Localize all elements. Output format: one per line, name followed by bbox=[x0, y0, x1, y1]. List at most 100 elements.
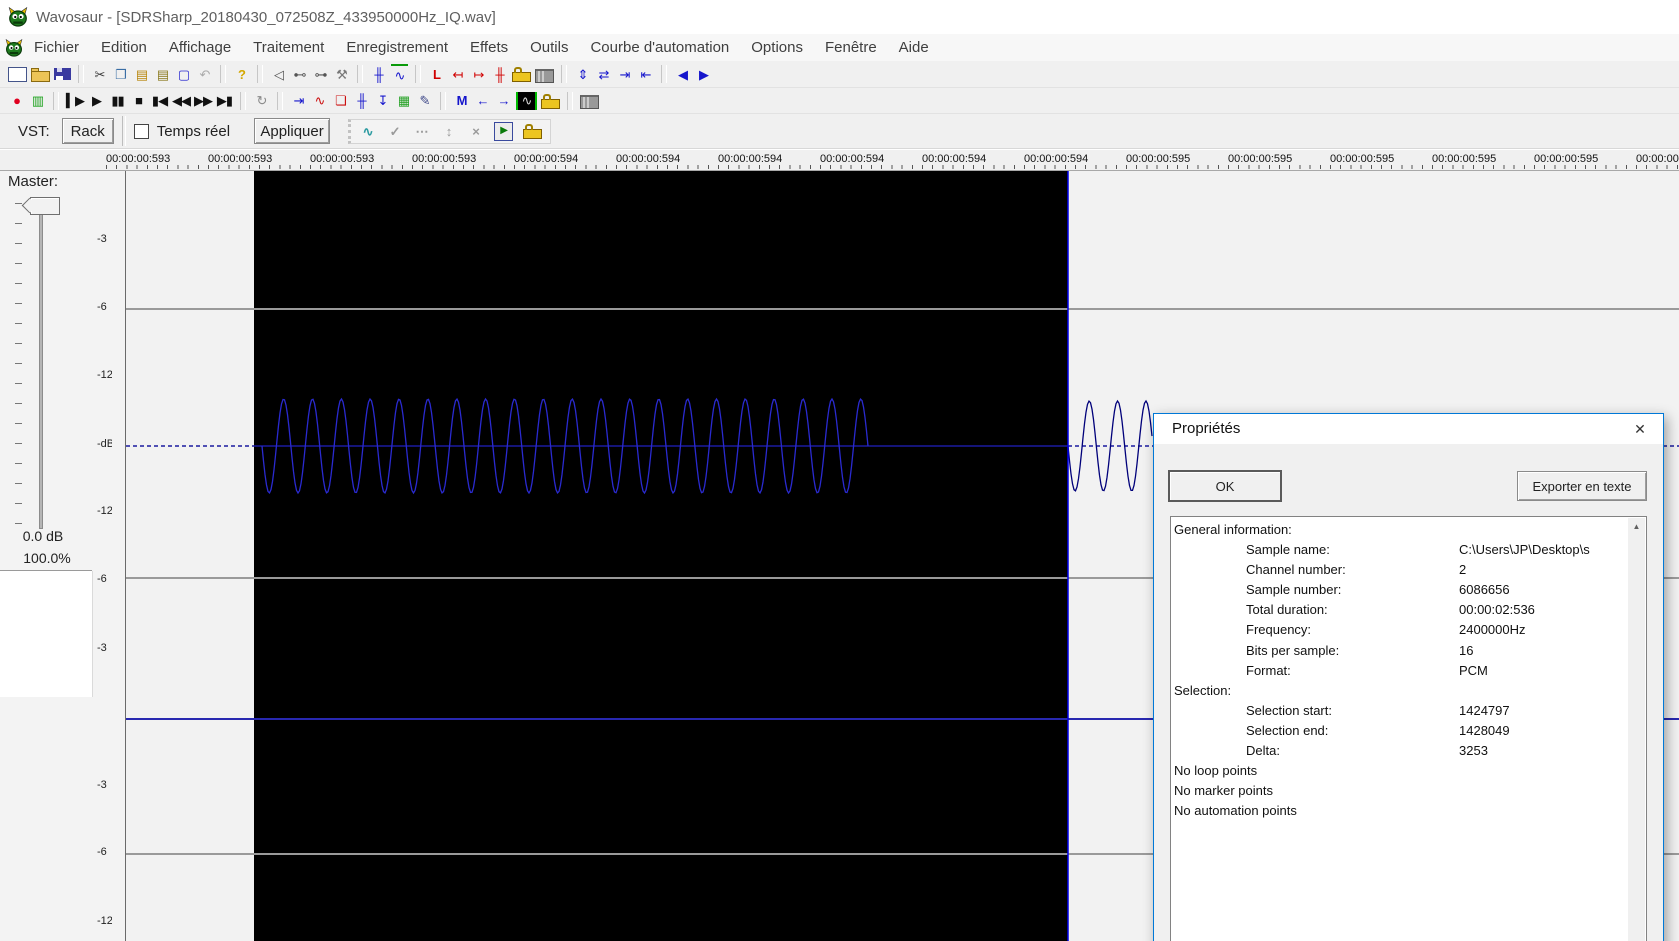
menu-fichier[interactable]: Fichier bbox=[23, 39, 90, 56]
menu-options[interactable]: Options bbox=[740, 39, 814, 56]
toolbar-separator bbox=[661, 65, 667, 83]
menu-enregistrement[interactable]: Enregistrement bbox=[335, 39, 459, 56]
resize-vst-icon[interactable]: ↕ bbox=[440, 122, 457, 140]
dialog-title-bar[interactable]: Propriétés ✕ bbox=[1154, 414, 1663, 444]
menu-aide[interactable]: Aide bbox=[888, 39, 940, 56]
next-view-icon[interactable]: ▶ bbox=[695, 65, 712, 83]
toolbar-separator bbox=[415, 65, 421, 83]
menu-fen-tre[interactable]: Fenêtre bbox=[814, 39, 888, 56]
loop-playback-icon[interactable]: ↻ bbox=[253, 92, 270, 110]
toolbar-main: ✂ ❐ ▤ ▤ ▢ ↶? ◁ ⊷ ⊶ ⚒ ╫ ∿ L ↤ ↦ ╫ ⇕ ⇄ ⇥ ⇤ ◀ ▶ bbox=[0, 61, 1679, 88]
pause-icon[interactable]: ▮▮ bbox=[109, 92, 126, 110]
export-text-button[interactable]: Exporter en texte bbox=[1517, 471, 1647, 501]
paste-special-icon[interactable]: ▤ bbox=[154, 65, 171, 83]
marker-right-icon[interactable]: ↦ bbox=[470, 65, 487, 83]
window-title: Wavosaur - [SDRSharp_20180430_072508Z_43… bbox=[36, 8, 496, 26]
lock-3-icon[interactable] bbox=[523, 124, 543, 139]
tools-config-icon[interactable]: ⚒ bbox=[333, 65, 350, 83]
fast-forward-icon[interactable]: ▶▶ bbox=[194, 92, 213, 110]
delete-1-icon[interactable] bbox=[535, 68, 554, 83]
wave-insert-icon[interactable]: ╫ bbox=[370, 65, 387, 83]
ok-button[interactable]: OK bbox=[1168, 470, 1282, 502]
realtime-checkbox[interactable] bbox=[133, 123, 149, 139]
play-from-cursor-icon[interactable]: ▍▶ bbox=[66, 92, 85, 110]
lock-1-icon[interactable] bbox=[512, 67, 531, 82]
rewind-icon[interactable]: ◀◀ bbox=[172, 92, 191, 110]
insert-file-icon[interactable]: ⇥ bbox=[290, 92, 307, 110]
master-gain-value: 0.0 dB bbox=[22, 528, 64, 544]
help-icon[interactable]: ? bbox=[233, 65, 250, 83]
menu-items: Fichier Edition Affichage Traitement Enregis… bbox=[23, 39, 940, 56]
marker-left-icon[interactable]: ↤ bbox=[449, 65, 466, 83]
audio-config-icon[interactable]: ◁ bbox=[270, 65, 287, 83]
menu-outils[interactable]: Outils bbox=[519, 39, 579, 56]
apply-button[interactable]: Appliquer bbox=[254, 118, 331, 144]
menu-edition[interactable]: Edition bbox=[90, 39, 158, 56]
zoom-out-icon[interactable]: ⇤ bbox=[637, 65, 654, 83]
copy-icon[interactable]: ❐ bbox=[112, 65, 129, 83]
toolbar-separator bbox=[78, 65, 84, 83]
timeline-ruler[interactable]: 00:00:00:593 00:00:00:593 00:00:00:593 00:0… bbox=[0, 149, 1679, 171]
close-icon[interactable]: ✕ bbox=[1625, 414, 1655, 444]
wave-normalize-icon[interactable]: ∿ bbox=[391, 64, 408, 84]
zoom-selection-icon[interactable]: ⇄ bbox=[595, 65, 612, 83]
go-start-icon[interactable]: ▮◀ bbox=[151, 92, 168, 110]
record-icon[interactable]: ● bbox=[8, 92, 25, 110]
zoom-vertical-icon[interactable]: ⇕ bbox=[574, 65, 591, 83]
stop-icon[interactable]: ■ bbox=[130, 92, 147, 110]
open-file-icon[interactable] bbox=[31, 67, 50, 82]
statistics-icon[interactable]: ▦ bbox=[395, 92, 412, 110]
snap-zero-cross-icon[interactable]: ↧ bbox=[374, 92, 391, 110]
master-slider-handle[interactable] bbox=[30, 197, 60, 215]
ruler-label: 00:00:00:594 bbox=[514, 153, 579, 165]
vst-icon-group: ∿ ✓ ⋯ ↕ × ▶ bbox=[348, 118, 552, 144]
undo-icon[interactable]: ↶ bbox=[196, 65, 213, 83]
remove-vst-icon[interactable]: × bbox=[467, 122, 484, 140]
analysis-curve-icon[interactable]: ∿ bbox=[311, 92, 328, 110]
document-icon bbox=[5, 38, 23, 57]
marker-next-icon[interactable]: → bbox=[495, 92, 512, 110]
node-2-icon[interactable]: ⊶ bbox=[312, 65, 329, 83]
dialog-title: Propriétés bbox=[1172, 420, 1241, 437]
db-scale-label: -12 bbox=[97, 505, 112, 517]
play-icon[interactable]: ▶ bbox=[88, 92, 105, 110]
menu-affichage[interactable]: Affichage bbox=[158, 39, 242, 56]
bypass-dots-icon[interactable]: ⋯ bbox=[413, 122, 430, 140]
marker-wave-icon[interactable]: ∿ bbox=[516, 91, 537, 110]
menu-courbe-d-automation[interactable]: Courbe d'automation bbox=[579, 39, 740, 56]
delete-2-icon[interactable] bbox=[580, 95, 599, 109]
menu-effets[interactable]: Effets bbox=[459, 39, 519, 56]
zoom-in-icon[interactable]: ⇥ bbox=[616, 65, 633, 83]
db-scale-label: -6 bbox=[97, 301, 107, 313]
loop-point-icon[interactable]: L bbox=[428, 65, 445, 83]
wave-cut-icon[interactable]: ╫ bbox=[491, 65, 508, 83]
properties-row: Delta: 3253 bbox=[1246, 743, 1488, 759]
vst-play-icon[interactable]: ▶ bbox=[494, 121, 514, 141]
master-volume-value: 100.0% bbox=[23, 550, 71, 566]
prev-view-icon[interactable]: ◀ bbox=[674, 65, 691, 83]
automation-curve-icon[interactable]: ∿ bbox=[359, 122, 376, 140]
batch-file-icon[interactable]: ❏ bbox=[332, 92, 349, 110]
lock-2-icon[interactable] bbox=[541, 93, 560, 109]
paste-icon[interactable]: ▤ bbox=[133, 65, 150, 83]
select-all-icon[interactable]: ▢ bbox=[175, 65, 192, 83]
menu-traitement[interactable]: Traitement bbox=[242, 39, 335, 56]
toolbar-separator bbox=[53, 91, 59, 110]
apply-check-icon[interactable]: ✓ bbox=[386, 122, 403, 140]
node-1-icon[interactable]: ⊷ bbox=[291, 65, 308, 83]
cut-icon[interactable]: ✂ bbox=[91, 65, 108, 83]
marker-prev-icon[interactable]: ← bbox=[474, 92, 491, 110]
db-scale-label: -3 bbox=[97, 233, 107, 245]
scroll-up-icon[interactable]: ▲ bbox=[1628, 518, 1645, 535]
new-file-icon[interactable] bbox=[8, 66, 27, 82]
rack-button[interactable]: Rack bbox=[61, 118, 114, 144]
wave-display-icon[interactable]: ╫ bbox=[353, 92, 370, 110]
ruler-label: 00:00:00:594 bbox=[820, 153, 885, 165]
dialog-scrollbar[interactable]: ▲ ▼ bbox=[1628, 518, 1645, 941]
monitor-levels-icon[interactable]: ▥ bbox=[29, 92, 46, 110]
save-file-icon[interactable] bbox=[54, 68, 71, 80]
draw-wave-icon[interactable]: ✎ bbox=[416, 92, 433, 110]
go-end-icon[interactable]: ▶▮ bbox=[216, 92, 233, 110]
marker-icon[interactable]: M bbox=[453, 92, 470, 110]
ruler-label: 00:00:00:594 bbox=[616, 153, 681, 165]
